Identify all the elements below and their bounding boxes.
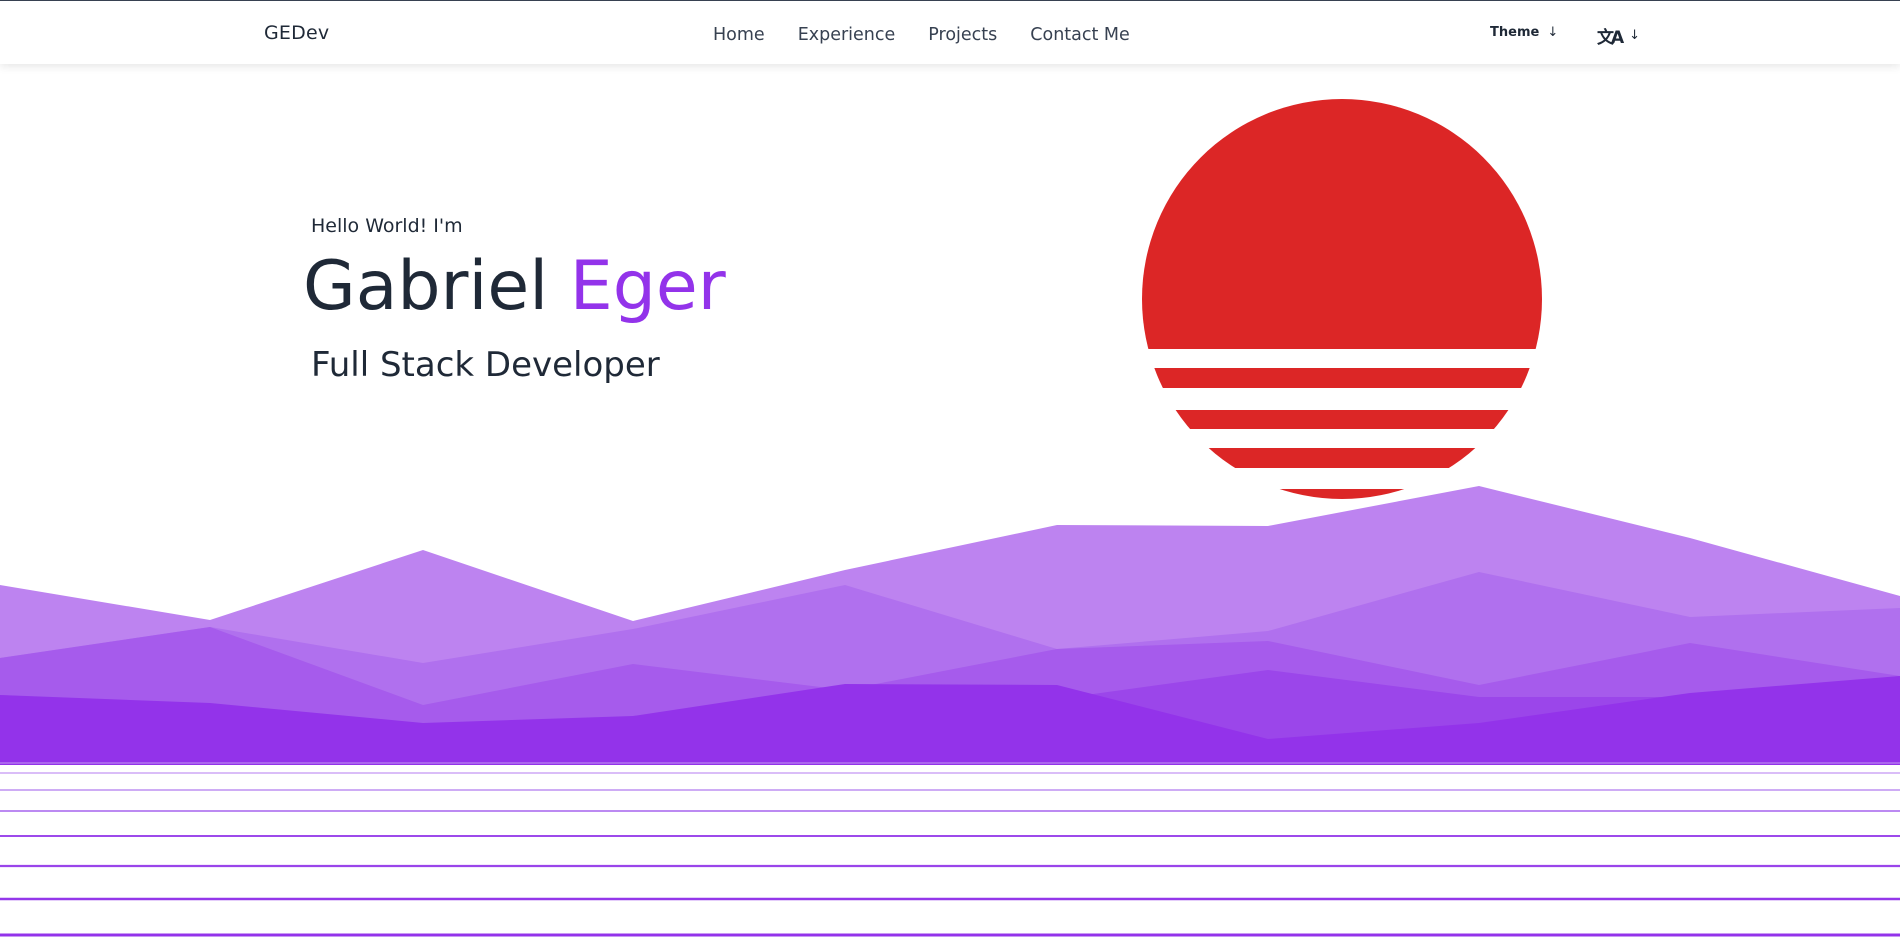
nav-link-experience[interactable]: Experience — [798, 25, 896, 45]
brand-logo[interactable]: GEDev — [264, 22, 329, 44]
nav-links: Home Experience Projects Contact Me — [713, 25, 1130, 45]
translate-icon: 文A — [1597, 28, 1624, 48]
theme-dropdown[interactable]: Theme ↓ — [1490, 25, 1558, 40]
navbar: GEDev Home Experience Projects Contact M… — [0, 0, 1900, 64]
nav-link-contact[interactable]: Contact Me — [1030, 25, 1130, 45]
hero-greeting: Hello World! I'm — [311, 215, 463, 237]
hero-first-name: Gabriel — [303, 247, 549, 326]
arrow-down-icon: ↓ — [1629, 28, 1641, 43]
language-dropdown[interactable]: 文A ↓ — [1597, 23, 1640, 48]
theme-label: Theme — [1490, 25, 1540, 40]
hero-role: Full Stack Developer — [311, 345, 660, 385]
hero-section: Hello World! I'm Gabriel Eger Full Stack… — [0, 0, 1900, 952]
arrow-down-icon: ↓ — [1547, 25, 1559, 40]
sun-shape — [1142, 99, 1542, 499]
sunset-illustration — [0, 99, 1900, 937]
hero-last-name: Eger — [569, 247, 726, 326]
nav-link-projects[interactable]: Projects — [928, 25, 997, 45]
grid-lines — [0, 762, 1900, 937]
hero-name: Gabriel Eger — [303, 253, 726, 321]
nav-link-home[interactable]: Home — [713, 25, 765, 45]
